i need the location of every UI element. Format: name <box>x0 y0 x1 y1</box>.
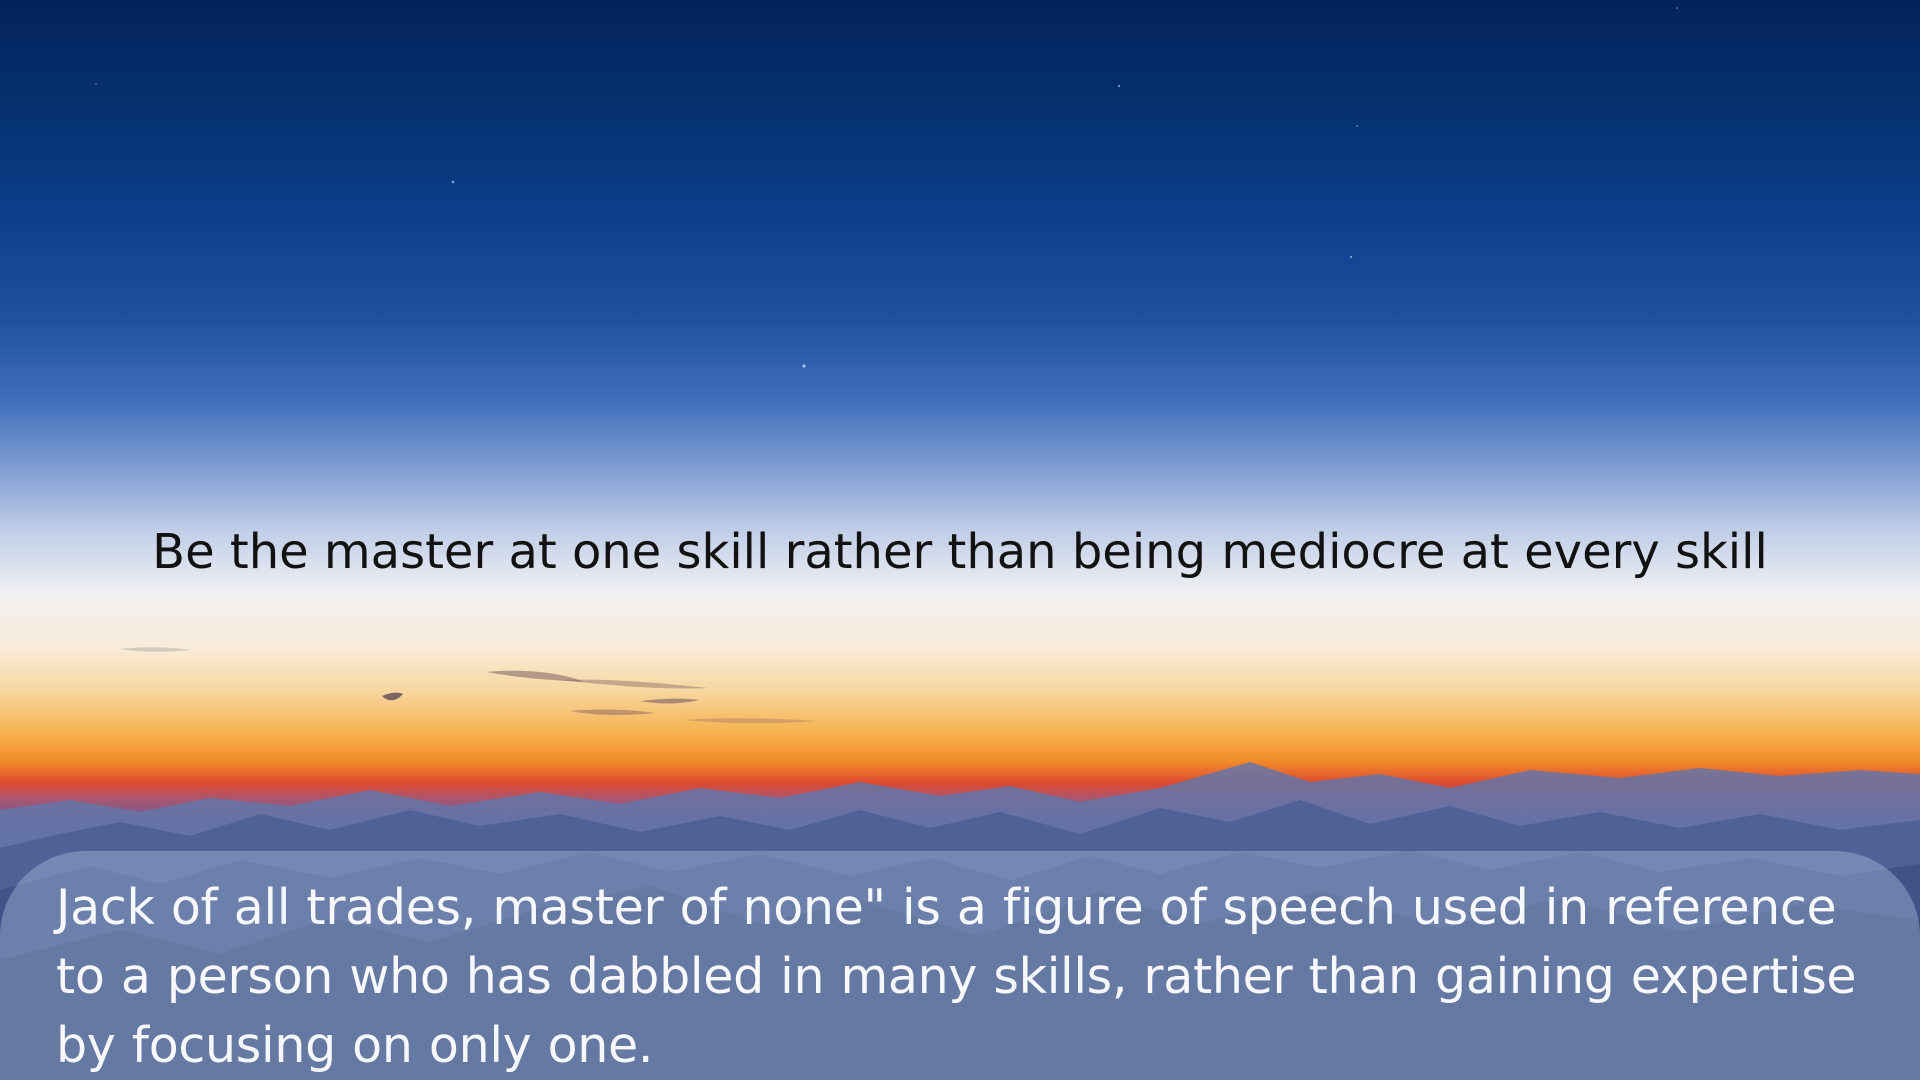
cloud-streak-icon <box>382 692 403 701</box>
star-dot-icon <box>1356 125 1358 127</box>
star-dot-icon <box>1676 7 1678 9</box>
cloud-streak-icon <box>560 679 708 689</box>
star-dot-icon <box>451 180 455 184</box>
star-dot-icon <box>1349 255 1353 259</box>
star-dot-icon <box>1117 84 1121 88</box>
cloud-streak-icon <box>640 698 700 704</box>
cloud-streak-icon <box>684 718 816 724</box>
star-dot-icon <box>802 364 806 368</box>
info-panel-text: Jack of all trades, master of none" is a… <box>56 879 1857 1074</box>
clouds <box>120 647 816 724</box>
cloud-streak-icon <box>120 647 192 652</box>
cloud-streak-icon <box>570 709 655 716</box>
stars <box>95 7 1678 368</box>
sunset-mountain-background: Be the master at one skill rather than b… <box>0 0 1920 1080</box>
info-panel: Jack of all trades, master of none" is a… <box>0 851 1920 1080</box>
headline-quote: Be the master at one skill rather than b… <box>152 524 1768 580</box>
star-dot-icon <box>95 83 97 85</box>
